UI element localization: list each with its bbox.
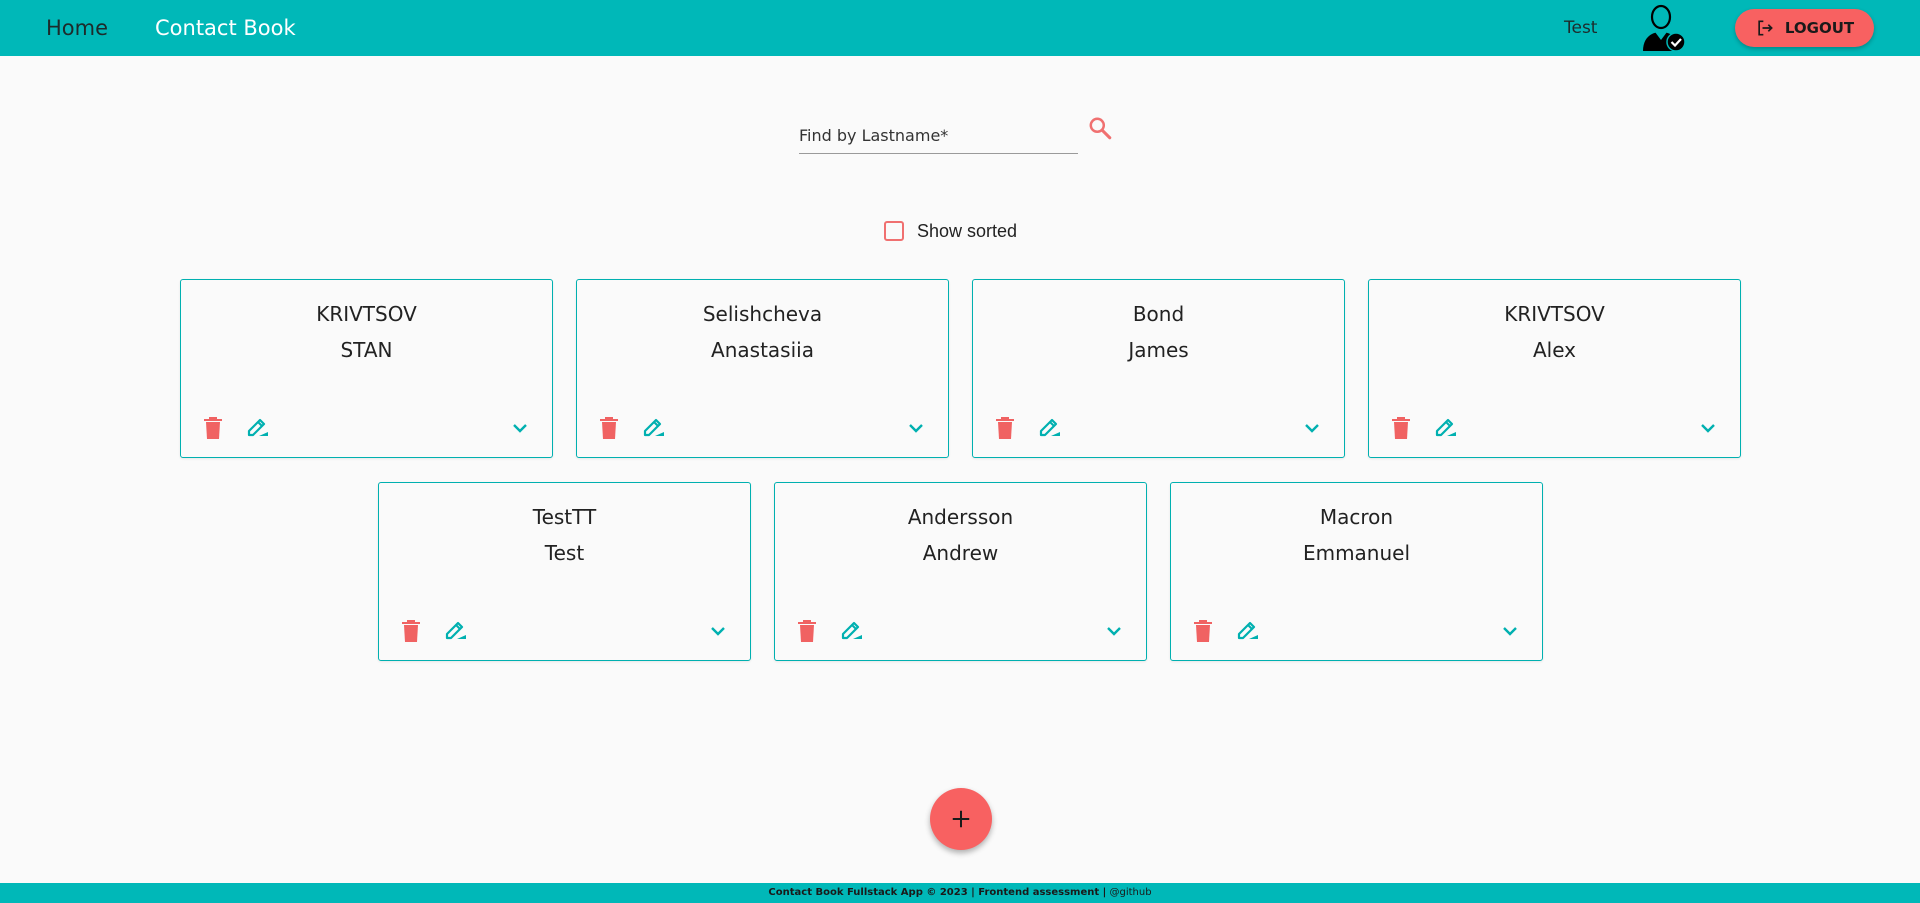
edit-icon[interactable] [642, 416, 666, 440]
chevron-down-icon[interactable] [508, 416, 532, 440]
app-footer: Contact Book Fullstack App © 2023 | Fron… [0, 883, 1920, 903]
contact-firstname: STAN [340, 338, 393, 362]
show-sorted-toggle[interactable]: Show sorted [884, 220, 1017, 242]
edit-icon[interactable] [246, 416, 270, 440]
search-input[interactable] [799, 118, 1078, 152]
contact-card: Selishcheva Anastasiia [576, 279, 949, 458]
edit-icon[interactable] [1434, 416, 1458, 440]
edit-icon[interactable] [1038, 416, 1062, 440]
chevron-down-icon[interactable] [1102, 619, 1126, 643]
delete-icon[interactable] [598, 416, 620, 440]
search-icon[interactable] [1087, 115, 1113, 141]
plus-icon [952, 810, 970, 828]
delete-icon[interactable] [400, 619, 422, 643]
logout-button[interactable]: LOGOUT [1735, 9, 1874, 47]
contact-card: KRIVTSOV STAN [180, 279, 553, 458]
contact-card: Andersson Andrew [774, 482, 1147, 661]
chevron-down-icon[interactable] [706, 619, 730, 643]
contact-firstname: Alex [1532, 338, 1577, 362]
contact-firstname: Andrew [922, 541, 999, 565]
contact-lastname: TestTT [532, 505, 597, 529]
show-sorted-checkbox[interactable] [884, 221, 904, 241]
contact-firstname: Anastasiia [711, 338, 814, 362]
app-header: Home Contact Book Test LOGOUT [0, 0, 1920, 56]
search-field [799, 118, 1078, 154]
footer-github-link[interactable]: @github [1109, 887, 1151, 898]
delete-icon[interactable] [1390, 416, 1412, 440]
footer-text: Contact Book Fullstack App © 2023 | Fron… [768, 887, 1107, 898]
user-name: Test [1564, 18, 1598, 38]
nav-contact-book-link[interactable]: Contact Book [155, 0, 296, 56]
delete-icon[interactable] [202, 416, 224, 440]
contact-card: KRIVTSOV Alex [1368, 279, 1741, 458]
contact-lastname: Selishcheva [702, 302, 823, 326]
contact-lastname: Andersson [907, 505, 1014, 529]
contact-card: Bond James [972, 279, 1345, 458]
chevron-down-icon[interactable] [904, 416, 928, 440]
delete-icon[interactable] [1192, 619, 1214, 643]
user-avatar-icon [1643, 4, 1686, 52]
contact-card: TestTT Test [378, 482, 751, 661]
contact-firstname: James [1128, 338, 1189, 362]
contact-firstname: Test [544, 541, 585, 565]
edit-icon[interactable] [840, 619, 864, 643]
contact-firstname: Emmanuel [1302, 541, 1411, 565]
logout-label: LOGOUT [1784, 19, 1855, 37]
chevron-down-icon[interactable] [1300, 416, 1324, 440]
contact-lastname: KRIVTSOV [316, 302, 417, 326]
chevron-down-icon[interactable] [1498, 619, 1522, 643]
delete-icon[interactable] [994, 416, 1016, 440]
contact-card: Macron Emmanuel [1170, 482, 1543, 661]
logout-icon [1758, 20, 1773, 36]
show-sorted-label: Show sorted [917, 220, 1018, 241]
add-contact-button[interactable] [930, 788, 992, 850]
delete-icon[interactable] [796, 619, 818, 643]
contact-lastname: Bond [1132, 302, 1185, 326]
edit-icon[interactable] [1236, 619, 1260, 643]
nav-home-link[interactable]: Home [46, 0, 108, 56]
edit-icon[interactable] [444, 619, 468, 643]
contact-lastname: Macron [1319, 505, 1394, 529]
chevron-down-icon[interactable] [1696, 416, 1720, 440]
contact-lastname: KRIVTSOV [1504, 302, 1605, 326]
